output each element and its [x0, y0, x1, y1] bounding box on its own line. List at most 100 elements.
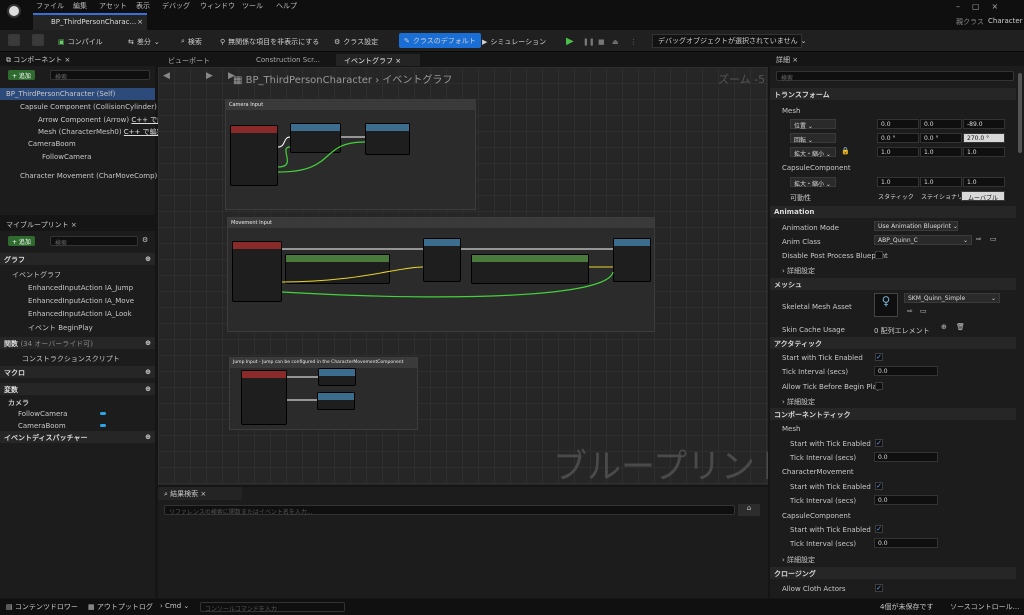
- add-graph-icon[interactable]: ⊕: [145, 255, 151, 263]
- component-self[interactable]: BP_ThirdPersonCharacter (Self): [0, 88, 155, 100]
- component-charmove[interactable]: Character Movement (CharMoveComp): [0, 170, 157, 182]
- mesh-start-tick-checkbox[interactable]: ✓: [875, 439, 883, 447]
- add-element-icon[interactable]: ⊕: [941, 323, 947, 331]
- location-x-field[interactable]: 0.0: [877, 119, 919, 129]
- unsaved-button[interactable]: 4個が未保存です: [880, 602, 933, 612]
- scale-z-field[interactable]: 1.0: [963, 147, 1005, 157]
- mesh-section[interactable]: メッシュ: [770, 278, 1016, 290]
- details-search-input[interactable]: 検索: [776, 71, 1014, 82]
- graph-canvas[interactable]: ◀ ▶ ▶ ▦ BP_ThirdPersonCharacter › イベントグラ…: [158, 67, 768, 485]
- component-arrow[interactable]: Arrow Component (Arrow) C++ で編集: [0, 113, 171, 125]
- mobility-movable[interactable]: ムーバブル: [961, 191, 1005, 202]
- folder-icon[interactable]: ▭: [990, 235, 997, 243]
- hide-unrelated-button[interactable]: ⚲ 無関係な項目を非表示にする: [220, 35, 319, 48]
- save-icon[interactable]: [8, 34, 20, 46]
- output-log-button[interactable]: ▦ アウトプットログ: [88, 602, 153, 612]
- component-followcamera[interactable]: FollowCamera: [0, 151, 155, 163]
- source-control-button[interactable]: ソースコントロール...: [950, 602, 1019, 612]
- find-button[interactable]: ⌕ 検索: [181, 35, 202, 48]
- actor-tick-section[interactable]: アクタティック: [770, 337, 1016, 349]
- add-dispatcher-icon[interactable]: ⊕: [145, 433, 151, 441]
- capsule-start-tick-checkbox[interactable]: ✓: [875, 525, 883, 533]
- simulation-button[interactable]: ▶ シミュレーション: [482, 35, 546, 48]
- allow-cloth-checkbox[interactable]: ✓: [875, 584, 883, 592]
- lock-icon[interactable]: 🔒: [841, 147, 850, 155]
- graph-item-beginplay[interactable]: イベント BeginPlay: [0, 321, 155, 333]
- component-capsule[interactable]: Capsule Component (CollisionCylinder): [0, 101, 157, 113]
- mesh-folder-icon[interactable]: ▭: [920, 307, 927, 315]
- anim-mode-select[interactable]: Use Animation Blueprint ⌄: [874, 221, 958, 231]
- browse-mesh-icon[interactable]: ⇨: [907, 307, 913, 315]
- stop-icon[interactable]: ■: [598, 35, 605, 48]
- rotation-z-field[interactable]: 270.0 °: [963, 133, 1005, 143]
- mesh-thumbnail[interactable]: ♀: [874, 293, 898, 317]
- rotation-x-field[interactable]: 0.0 °: [877, 133, 919, 143]
- mobility-stationary[interactable]: ステイショナリ: [918, 191, 963, 201]
- mobility-static[interactable]: スタティック: [875, 191, 917, 201]
- menu-window[interactable]: ウィンドウ: [200, 1, 235, 12]
- rotation-y-field[interactable]: 0.0 °: [920, 133, 962, 143]
- functions-section[interactable]: 関数 (34 オーバーライド可) ⊕: [0, 337, 155, 349]
- dispatchers-section[interactable]: イベントディスパッチャー ⊕: [0, 431, 155, 443]
- capsule-scale-select[interactable]: 拡大・縮小 ⌄: [790, 177, 836, 188]
- capsule-tick-interval-field[interactable]: 0.0: [874, 538, 938, 548]
- content-drawer-button[interactable]: ▤ コンテンツドロワー: [6, 602, 78, 612]
- add-member-button[interactable]: + 追加: [8, 236, 35, 246]
- add-macro-icon[interactable]: ⊕: [145, 368, 151, 376]
- find-results-input[interactable]: リファレンスの検索に関数またはイベント名を入力...: [164, 505, 735, 516]
- camera-category[interactable]: カメラ: [0, 396, 155, 408]
- menu-tools[interactable]: ツール: [242, 1, 263, 12]
- charmove-tick-interval-field[interactable]: 0.0: [874, 495, 938, 505]
- member-search-input[interactable]: 検索: [50, 236, 138, 247]
- macros-section[interactable]: マクロ ⊕: [0, 366, 155, 378]
- menu-view[interactable]: 表示: [136, 1, 150, 12]
- parent-class-value[interactable]: Character: [988, 17, 1023, 25]
- trash-icon[interactable]: 🗑: [956, 323, 965, 331]
- details-scrollbar[interactable]: [1018, 73, 1022, 153]
- menu-asset[interactable]: アセット: [99, 1, 127, 12]
- graph-item-jump[interactable]: EnhancedInputAction IA_Jump: [0, 282, 155, 294]
- tab-construction[interactable]: Construction Scr...: [248, 54, 334, 66]
- component-search-input[interactable]: 検索: [50, 70, 150, 81]
- graphs-section[interactable]: グラフ ⊕: [0, 253, 155, 265]
- menu-file[interactable]: ファイル: [36, 1, 64, 12]
- tick-interval-field[interactable]: 0.0: [874, 366, 938, 376]
- pause-icon[interactable]: ❚❚: [583, 35, 595, 48]
- play-icon[interactable]: ▶: [566, 35, 574, 48]
- component-cameraboom[interactable]: CameraBoom: [0, 138, 155, 150]
- menu-help[interactable]: ヘルプ: [276, 1, 297, 12]
- animation-advanced[interactable]: › 詳細設定: [770, 264, 1024, 276]
- charmove-start-tick-checkbox[interactable]: ✓: [875, 482, 883, 490]
- console-input[interactable]: コンソールコマンドを入力: [200, 602, 345, 613]
- add-function-icon[interactable]: ⊕: [145, 339, 151, 347]
- menu-edit[interactable]: 編集: [73, 1, 87, 12]
- close-tab-icon[interactable]: ×: [137, 18, 143, 26]
- disable-post-checkbox[interactable]: [875, 251, 883, 259]
- compile-button[interactable]: ▣ コンパイル: [58, 35, 103, 48]
- mesh-tick-interval-field[interactable]: 0.0: [874, 452, 938, 462]
- diff-button[interactable]: ⇆ 差分 ⌄: [128, 35, 160, 48]
- class-defaults-button[interactable]: ✎ クラスのデフォルト: [399, 33, 481, 48]
- settings-gear-icon[interactable]: ⚙: [142, 236, 148, 244]
- rotation-mode-select[interactable]: 回転 ⌄: [790, 133, 836, 144]
- capsule-scale-y-field[interactable]: 1.0: [920, 177, 962, 187]
- anim-class-select[interactable]: ABP_Quinn_C ⌄: [874, 235, 972, 245]
- start-tick-checkbox[interactable]: ✓: [875, 353, 883, 361]
- variable-followcamera[interactable]: FollowCamera: [0, 408, 155, 420]
- debug-object-select[interactable]: デバッグオブジェクトが選択されていません ⌄: [652, 34, 806, 48]
- add-component-button[interactable]: + 追加: [8, 70, 35, 80]
- find-options-icon[interactable]: ⌂: [738, 504, 760, 516]
- browse-asset-icon[interactable]: ⇨: [976, 235, 982, 243]
- scale-y-field[interactable]: 1.0: [920, 147, 962, 157]
- graph-item-move[interactable]: EnhancedInputAction IA_Move: [0, 295, 155, 307]
- allow-tick-checkbox[interactable]: [875, 382, 883, 390]
- scale-mode-select[interactable]: 拡大・縮小 ⌄: [790, 147, 836, 158]
- browse-icon[interactable]: [32, 34, 44, 46]
- class-settings-button[interactable]: ⚙ クラス設定: [334, 35, 378, 48]
- event-graph-item[interactable]: イベントグラフ: [0, 268, 155, 280]
- eject-icon[interactable]: ⏏: [612, 35, 619, 48]
- location-mode-select[interactable]: 位置 ⌄: [790, 119, 836, 130]
- actor-tick-advanced[interactable]: › 詳細設定: [770, 395, 1024, 407]
- capsule-scale-x-field[interactable]: 1.0: [877, 177, 919, 187]
- blueprint-tab[interactable]: BP_ThirdPersonCharac... ×: [33, 13, 147, 30]
